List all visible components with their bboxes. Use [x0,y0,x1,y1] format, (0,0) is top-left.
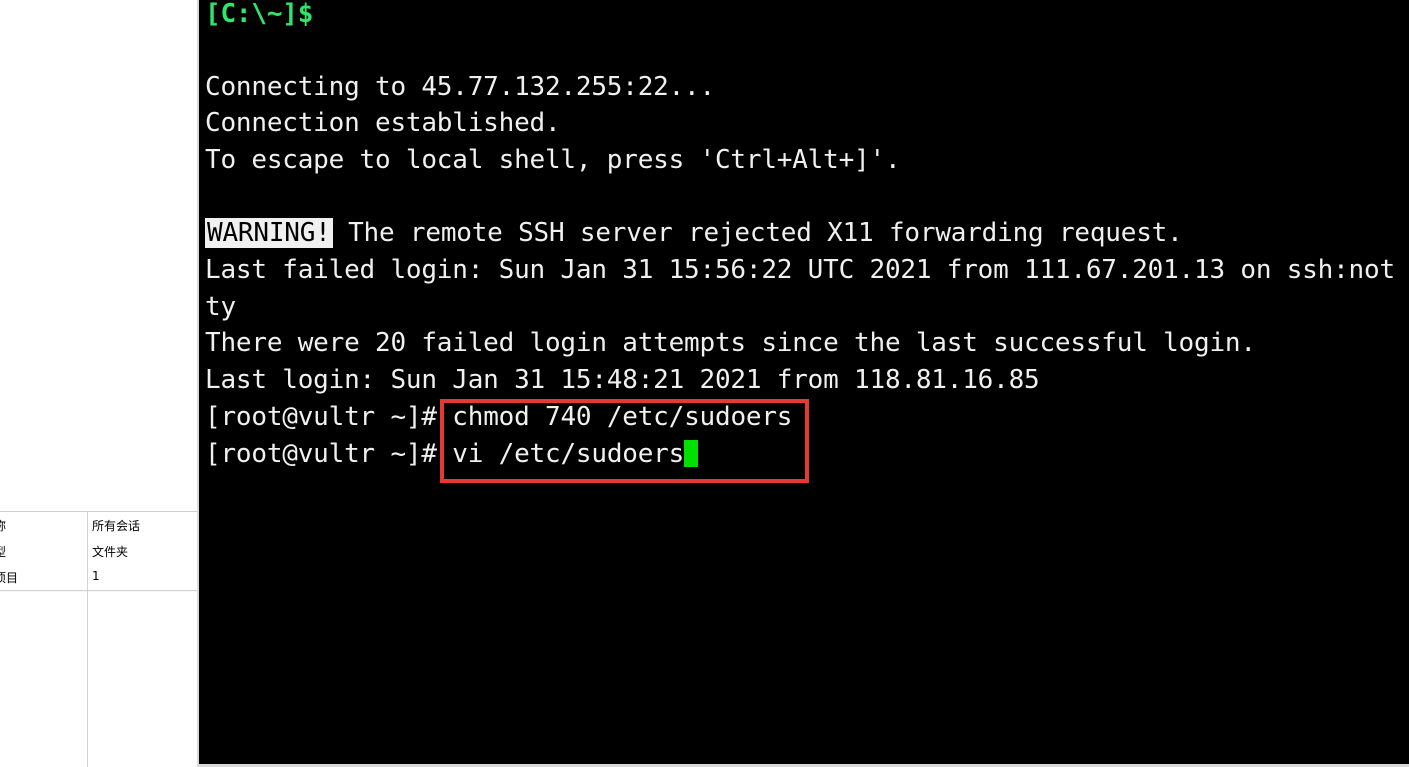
properties-empty-area [0,592,197,767]
remote-prompt: [root@vultr ~]# [205,402,437,432]
property-value: 所有会话 [92,519,141,533]
remote-prompt: [root@vultr ~]# [205,439,437,469]
property-row-name: 称 所有会话 [0,512,197,539]
terminal-line: Connection established. [205,108,561,138]
terminal-line: To escape to local shell, press 'Ctrl+Al… [205,145,901,175]
property-key: 型 [0,545,7,559]
command-highlight-box [440,399,809,483]
terminal-line: ty [205,292,236,322]
property-row-items: 项目 1 [0,564,197,591]
property-value: 1 [92,569,100,583]
local-shell-prompt: [C:\~]$ [205,0,314,29]
app-window: 称 所有会话 型 文件夹 项目 1 [C:\~]$ Connecting to … [0,0,1409,767]
warning-text: The remote SSH server rejected X11 forwa… [332,218,1183,248]
terminal-line: Connecting to 45.77.132.255:22... [205,72,715,102]
properties-panel: 称 所有会话 型 文件夹 项目 1 [0,511,197,767]
property-value: 文件夹 [92,545,129,559]
terminal-line: Last login: Sun Jan 31 15:48:21 2021 fro… [205,365,1040,395]
property-row-type: 型 文件夹 [0,538,197,565]
property-key: 项目 [0,571,19,585]
terminal-view[interactable]: [C:\~]$ Connecting to 45.77.132.255:22..… [199,0,1409,765]
session-panel: 称 所有会话 型 文件夹 项目 1 [0,0,199,767]
terminal-line: There were 20 failed login attempts sinc… [205,328,1256,358]
terminal-line: Last failed login: Sun Jan 31 15:56:22 U… [205,255,1395,285]
terminal-line-warning: WARNING! The remote SSH server rejected … [205,215,1183,251]
properties-column-divider[interactable] [87,512,88,767]
property-key: 称 [0,519,7,533]
warning-label: WARNING! [205,218,333,248]
